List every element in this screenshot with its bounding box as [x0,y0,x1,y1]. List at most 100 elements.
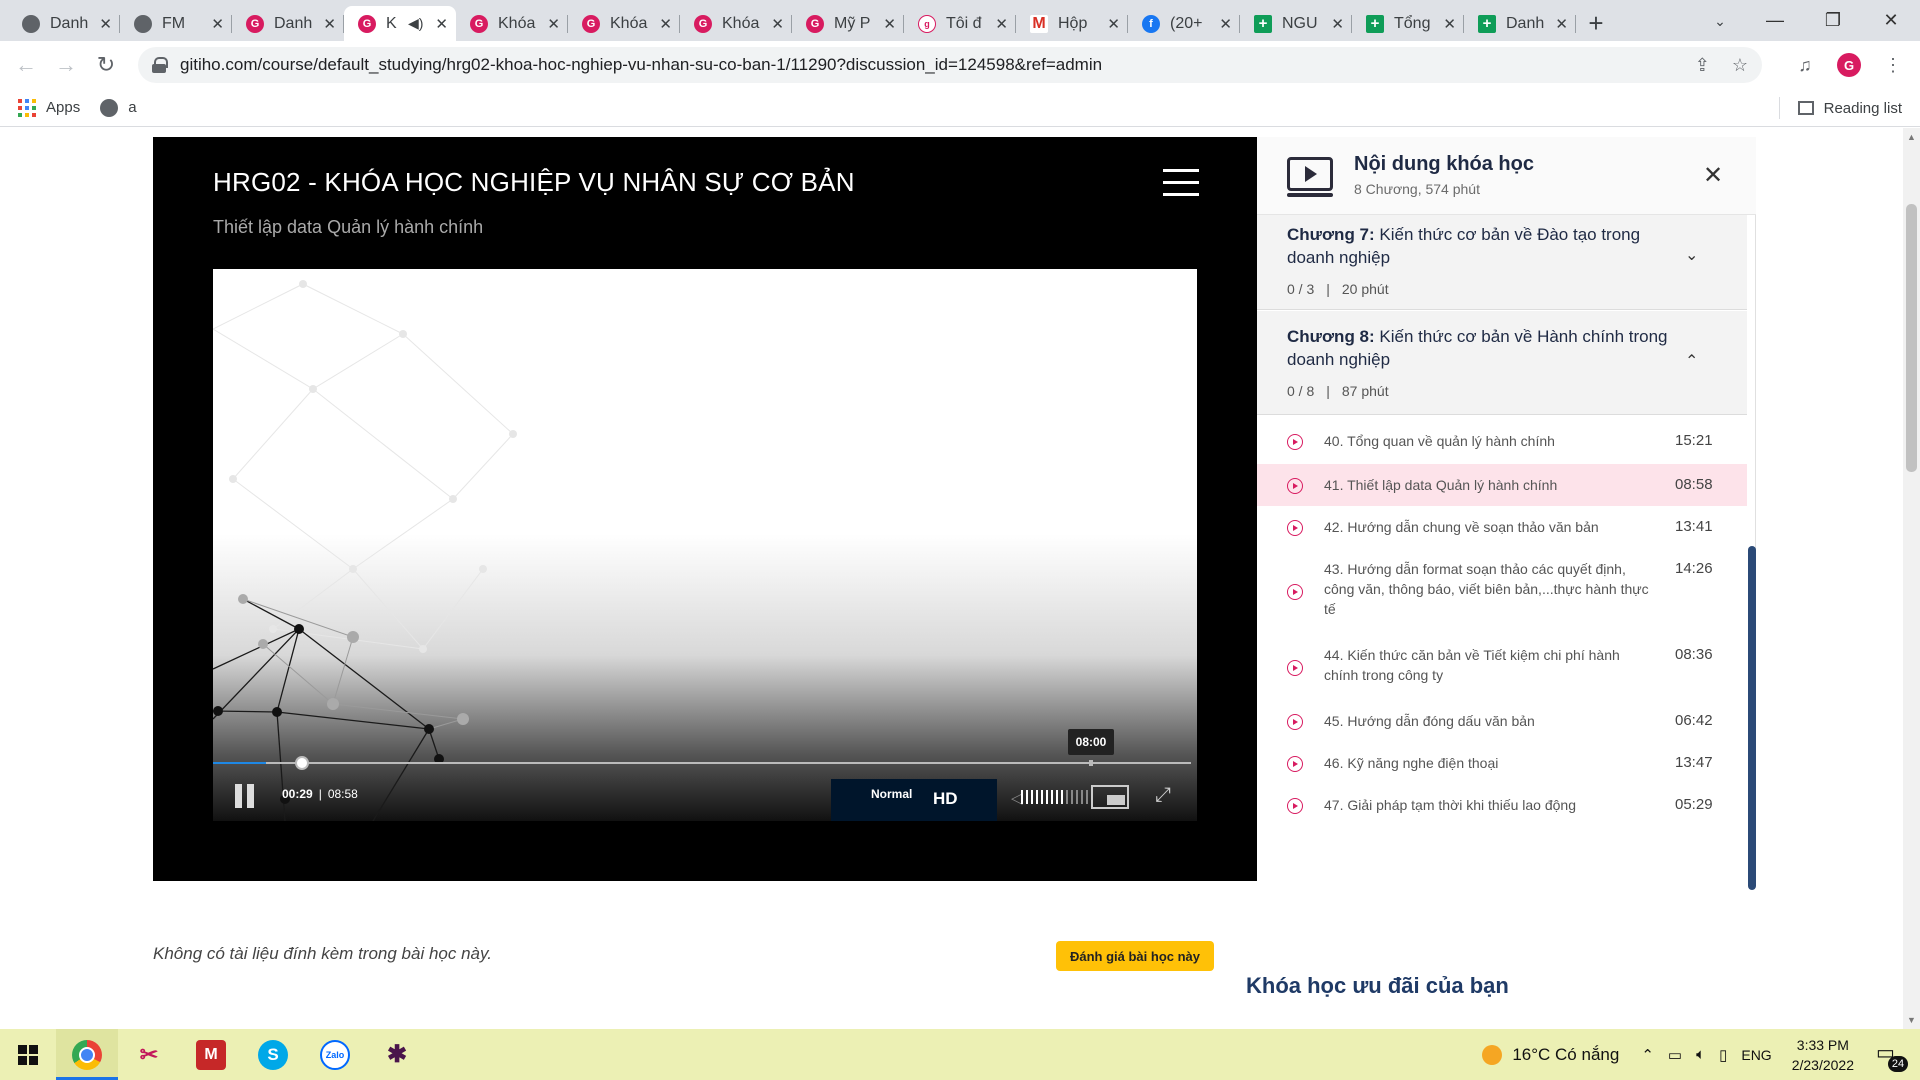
taskbar-zalo[interactable]: Zalo [304,1029,366,1080]
lesson-item[interactable]: 47. Giải pháp tạm thời khi thiếu lao độn… [1257,784,1747,826]
close-tab-icon[interactable]: ✕ [883,15,896,33]
close-tab-icon[interactable]: ✕ [1555,15,1568,33]
close-tab-icon[interactable]: ✕ [1443,15,1456,33]
minimize-button[interactable]: — [1746,0,1804,41]
menu-kebab-icon[interactable]: ⋮ [1876,48,1910,82]
close-tab-icon[interactable]: ✕ [211,15,224,33]
scroll-thumb[interactable] [1906,204,1917,472]
speaker-icon[interactable]: 🔈︎ [1696,1046,1705,1063]
quality-button[interactable]: HD [933,789,958,809]
page-scrollbar[interactable]: ▲ ▼ [1903,128,1920,1029]
progress-knob[interactable] [295,756,309,770]
browser-tab[interactable]: + Tổng ✕ [1352,6,1464,41]
clock[interactable]: 3:33 PM 2/23/2022 [1792,1035,1854,1075]
new-tab-button[interactable]: + [1576,6,1616,41]
notification-center-icon[interactable]: ▭ 24 [1876,1040,1908,1072]
browser-tab[interactable]: G K ◀) ✕ [344,6,456,41]
taskbar-mcafee[interactable]: M [180,1029,242,1080]
network-icon[interactable]: ▭ [1668,1046,1682,1064]
reading-list-button[interactable]: Reading list [1797,89,1902,127]
taskbar-slack[interactable]: ✱ [366,1029,428,1080]
profile-avatar: G [1837,53,1861,77]
browser-tab[interactable]: G Khóa ✕ [680,6,792,41]
bookmark-apps[interactable]: Apps [18,98,80,117]
close-tab-icon[interactable]: ✕ [547,15,560,33]
weather-widget[interactable]: 16°C Có nắng [1512,1045,1619,1065]
chapter-8[interactable]: Chương 8: Kiến thức cơ bản về Hành chính… [1257,311,1747,415]
close-tab-icon[interactable]: ✕ [1219,15,1232,33]
taskbar-skype[interactable]: S [242,1029,304,1080]
rate-lesson-button[interactable]: Đánh giá bài học này [1056,941,1214,971]
back-button[interactable]: ← [8,47,44,83]
browser-tab[interactable]: G Danh ✕ [232,6,344,41]
close-tab-icon[interactable]: ✕ [995,15,1008,33]
browser-tab[interactable]: + NGU ✕ [1240,6,1352,41]
speed-button[interactable]: Normal [871,787,912,801]
lesson-item[interactable]: 45. Hướng dẫn đóng dấu văn bản 06:42 [1257,700,1747,742]
video-frame[interactable]: 08:00 00:29 | 08:58 Normal HD ◁ ⤢ [213,269,1197,821]
lesson-item[interactable]: 43. Hướng dẫn format soạn thảo các quyết… [1257,548,1747,634]
video-player: HRG02 - KHÓA HỌC NGHIỆP VỤ NHÂN SỰ CƠ BẢ… [153,137,1257,881]
tray-overflow-chevron-icon[interactable]: ⌃ [1641,1046,1654,1064]
browser-tab[interactable]: G Khóa ✕ [456,6,568,41]
display-icon[interactable]: ▯ [1719,1046,1727,1064]
chevron-down-icon[interactable]: ⌄ [1685,245,1698,265]
lesson-item[interactable]: 46. Kỹ năng nghe điện thoại 13:47 [1257,742,1747,784]
close-tab-icon[interactable]: ✕ [323,15,336,33]
sidebar-scrollbar[interactable] [1748,546,1756,890]
close-tab-icon[interactable]: ✕ [659,15,672,33]
scroll-up-arrow-icon[interactable]: ▲ [1907,132,1916,142]
close-tab-icon[interactable]: ✕ [1331,15,1344,33]
chapter-7[interactable]: Chương 7: Kiến thức cơ bản về Đào tạo tr… [1257,215,1747,310]
volume-slider[interactable] [1021,790,1088,804]
browser-tab[interactable]: FM ✕ [120,6,232,41]
weather-sun-icon[interactable] [1482,1044,1503,1065]
lesson-title: 43. Hướng dẫn format soạn thảo các quyết… [1324,561,1649,617]
audio-playing-icon[interactable]: ◀) [408,15,423,32]
profile-button[interactable]: G [1832,48,1866,82]
fullscreen-icon[interactable]: ⤢ [1155,784,1171,807]
close-tab-icon[interactable]: ✕ [435,15,448,33]
progress-track[interactable] [213,762,1191,764]
maximize-button[interactable]: ❐ [1804,0,1862,41]
close-tab-icon[interactable]: ✕ [99,15,112,33]
bookmarks-bar: Apps a Reading list [0,89,1920,127]
lesson-item[interactable]: 42. Hướng dẫn chung về soạn thảo văn bản… [1257,506,1747,548]
share-icon[interactable]: ⇪ [1695,55,1710,76]
taskbar-snipping-tool[interactable]: ✂ [118,1029,180,1080]
browser-tab[interactable]: M Hộp ✕ [1016,6,1128,41]
language-indicator[interactable]: ENG [1741,1047,1771,1063]
bookmark-a[interactable]: a [100,98,137,117]
chevron-up-icon[interactable]: ⌃ [1685,351,1698,371]
browser-tab[interactable]: Danh ✕ [8,6,120,41]
close-icon[interactable]: ✕ [1703,161,1723,190]
reload-button[interactable]: ↻ [88,47,124,83]
media-control-icon[interactable]: ♫ [1788,48,1822,82]
lesson-item[interactable]: 41. Thiết lập data Quản lý hành chính 08:… [1257,464,1747,506]
tab-title: FM [162,14,186,32]
pause-button[interactable] [235,784,259,808]
close-tab-icon[interactable]: ✕ [1107,15,1120,33]
lesson-item[interactable]: 44. Kiến thức căn bản về Tiết kiệm chi p… [1257,634,1747,700]
close-window-button[interactable]: ✕ [1862,0,1920,41]
tab-search-chevron-icon[interactable]: ⌄ [1705,6,1735,36]
picture-in-picture-icon[interactable] [1091,785,1129,809]
browser-tab[interactable]: f (20+ ✕ [1128,6,1240,41]
lesson-title: 47. Giải pháp tạm thời khi thiếu lao độn… [1324,797,1577,813]
taskbar-chrome[interactable] [56,1029,118,1080]
play-circle-icon [1287,434,1303,450]
start-button[interactable] [0,1029,56,1080]
forward-button[interactable]: → [48,47,84,83]
address-bar[interactable]: gitiho.com/course/default_studying/hrg02… [138,47,1762,83]
hamburger-menu-icon[interactable] [1163,169,1199,197]
browser-tab[interactable]: g Tôi đ ✕ [904,6,1016,41]
browser-tab[interactable]: G Khóa ✕ [568,6,680,41]
lock-icon[interactable] [152,57,168,73]
close-tab-icon[interactable]: ✕ [771,15,784,33]
lesson-item[interactable]: 40. Tổng quan về quản lý hành chính 15:21 [1257,420,1747,464]
scroll-down-arrow-icon[interactable]: ▼ [1907,1015,1916,1025]
browser-tab[interactable]: + Danh ✕ [1464,6,1576,41]
bookmark-star-icon[interactable]: ☆ [1732,55,1748,76]
url-text[interactable]: gitiho.com/course/default_studying/hrg02… [180,55,1102,75]
browser-tab[interactable]: G Mỹ P ✕ [792,6,904,41]
